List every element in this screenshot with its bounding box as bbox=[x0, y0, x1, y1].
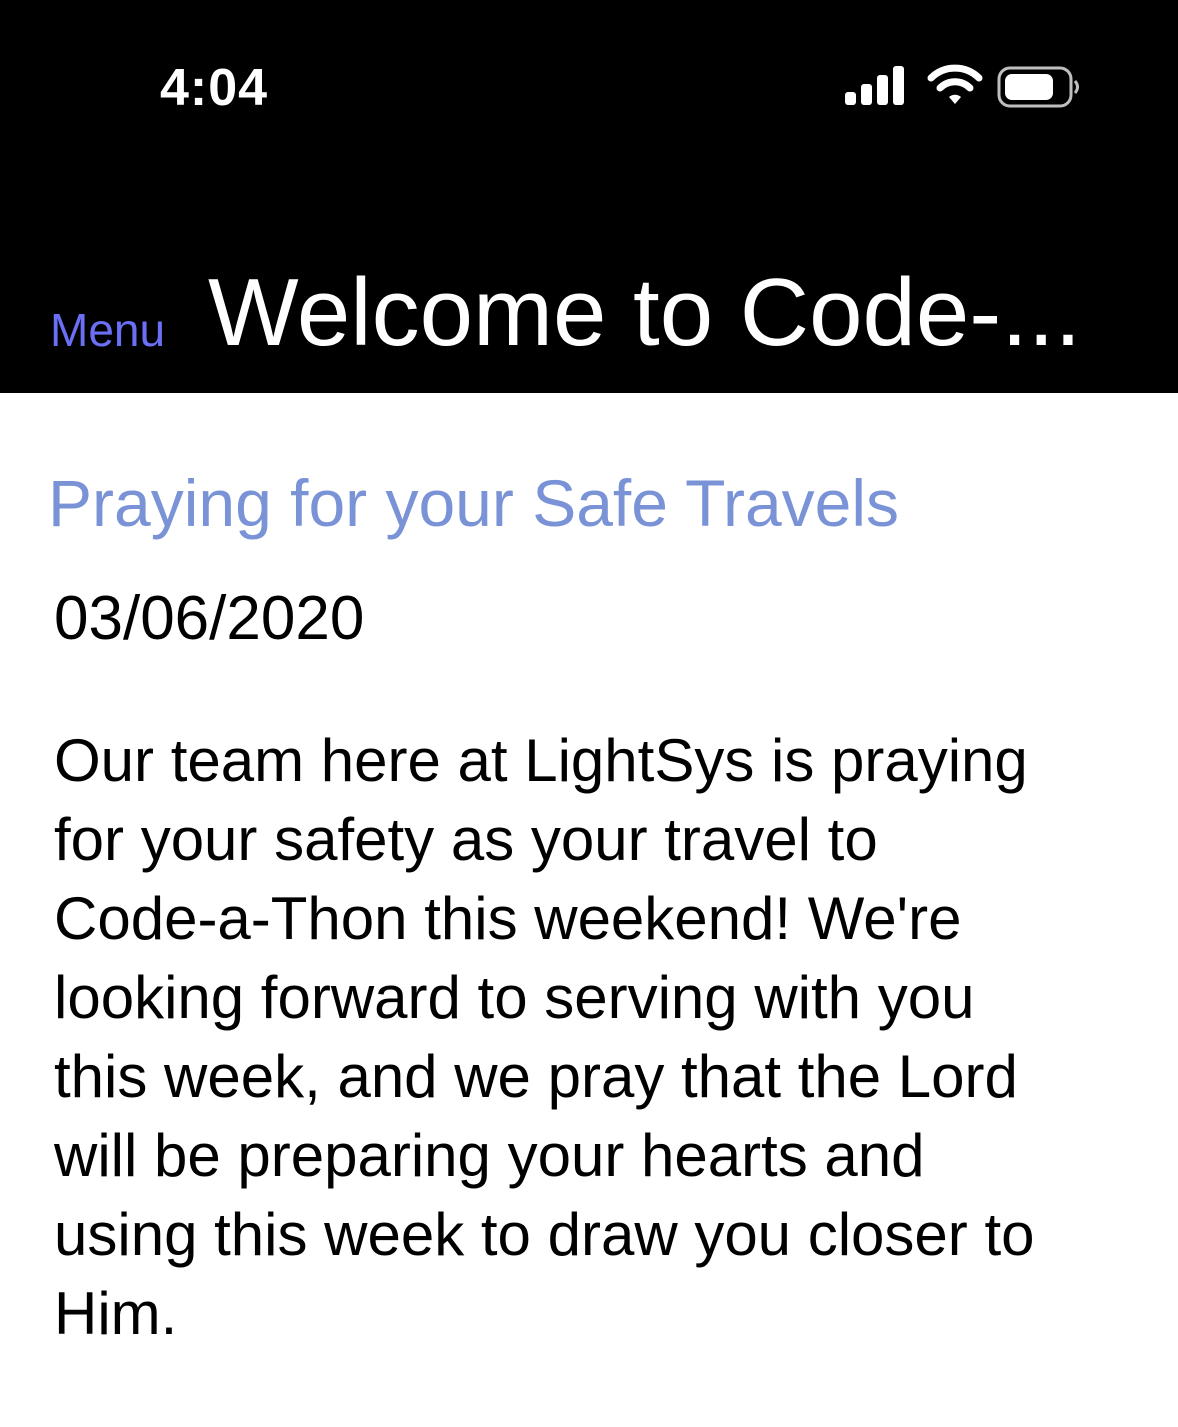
menu-button[interactable]: Menu bbox=[50, 300, 165, 360]
page-title: Welcome to Code-... bbox=[208, 259, 1082, 366]
status-icons bbox=[845, 64, 1085, 112]
article-content: Praying for your Safe Travels 03/06/2020… bbox=[0, 393, 1178, 1427]
article-title: Praying for your Safe Travels bbox=[48, 466, 900, 540]
battery-icon bbox=[997, 66, 1079, 108]
navigation-header: 4:04 Menu Welcome to Code-... bbox=[0, 0, 1178, 393]
article-date: 03/06/2020 bbox=[54, 584, 365, 653]
article-body: Our team here at LightSys is praying for… bbox=[54, 727, 1035, 1347]
status-time: 4:04 bbox=[160, 59, 269, 117]
wifi-icon bbox=[927, 64, 983, 104]
cellular-signal-icon bbox=[845, 66, 904, 105]
